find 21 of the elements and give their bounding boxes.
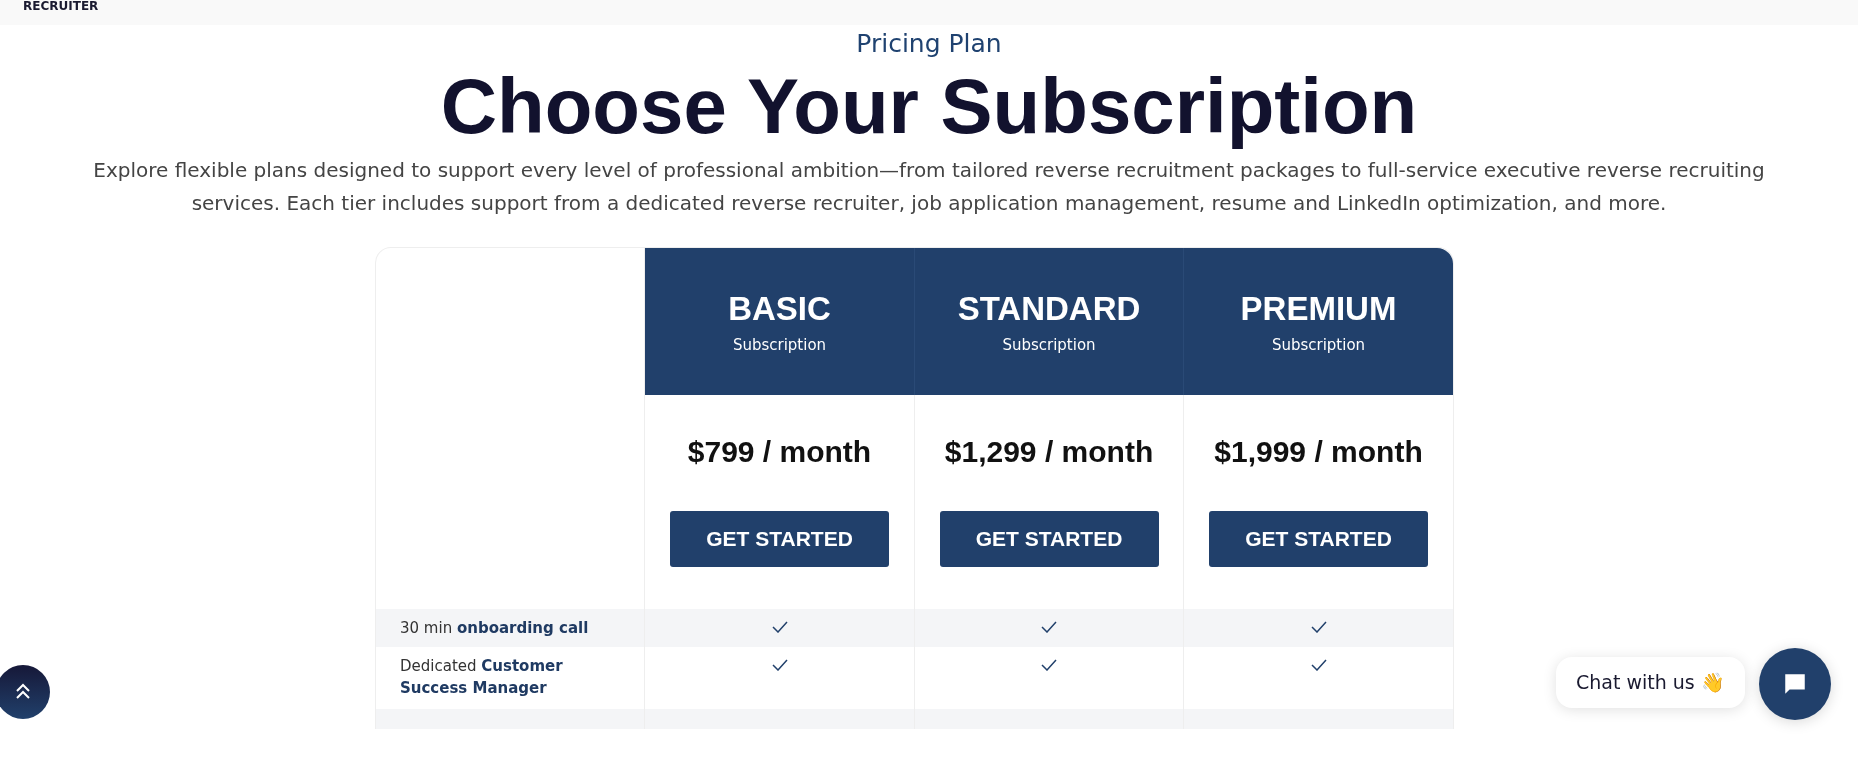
plan-price: $1,999 / month [1214,435,1423,469]
intro-paragraph: Explore flexible plans designed to support every level of professional ambition—from tailored reverse recruitment packages to full-service executive reverse recruiting services. Each tier includes support from a dedicated reverse recruiter, job application management, resume and LinkedIn optimization, and more. [92,157,1766,217]
get-started-button[interactable]: GET STARTED [670,511,889,567]
plan-subtitle: Subscription [1002,335,1096,354]
plan-subtitle: Subscription [732,335,827,354]
feature-label: 30 min onboarding call [400,619,589,637]
plan-name: BASIC [728,289,831,328]
plan-name: PREMIUM [1240,289,1397,328]
chat-prompt[interactable]: Chat with us 👋 [1556,657,1745,708]
plan-name: STANDARD [957,289,1141,328]
plan-price: $799 / month [687,435,872,469]
feature-label: Dedicated Customer Success Manager [400,657,563,697]
section-eyebrow: Pricing Plan [855,29,1003,58]
brand-name[interactable]: RECRUITER [23,0,99,13]
get-started-button[interactable]: GET STARTED [1209,511,1428,567]
page-heading: Choose Your Subscription [439,62,1419,150]
plan-subtitle: Subscription [1271,335,1366,354]
chat-button[interactable] [1759,648,1831,720]
plan-price: $1,299 / month [944,435,1154,469]
scroll-to-top-button[interactable] [0,665,50,719]
get-started-button[interactable]: GET STARTED [939,511,1159,567]
